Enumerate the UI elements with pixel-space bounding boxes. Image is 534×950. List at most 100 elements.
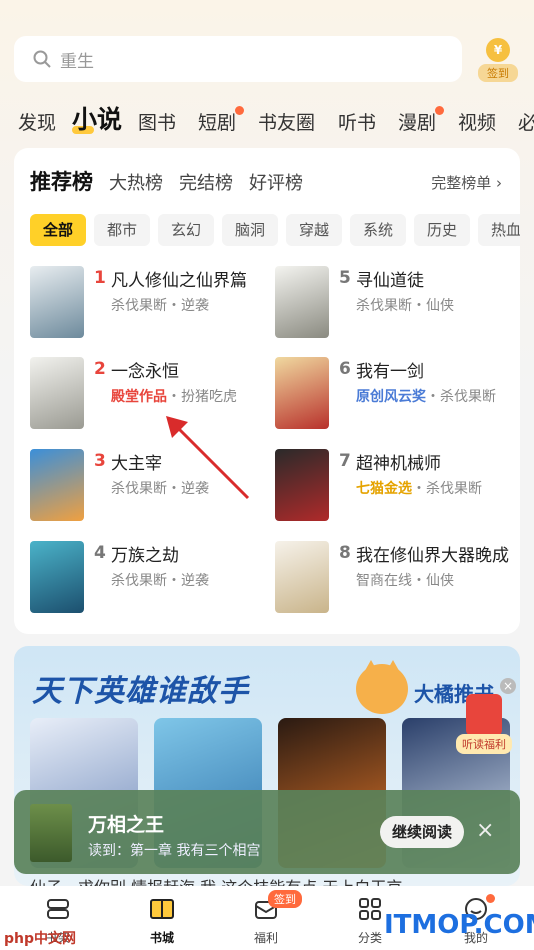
rank-tab-hot[interactable]: 大热榜 (109, 169, 163, 195)
book-rank: 2 (94, 359, 106, 379)
search-bar[interactable]: 重生 (14, 36, 462, 82)
continue-reading-button[interactable]: 继续阅读 (380, 816, 464, 848)
book-rank: 7 (339, 451, 351, 471)
chip-system[interactable]: 系统 (350, 214, 406, 246)
book-rank: 4 (94, 543, 106, 563)
search-placeholder: 重生 (60, 51, 94, 72)
search-icon (33, 50, 51, 68)
continue-reading-bar[interactable]: 万相之王 读到：第一章 我有三个相宫 继续阅读 × (14, 790, 520, 874)
tab-novel-label: 小说 (72, 105, 123, 134)
bookshelf-icon (47, 899, 69, 919)
book-icon (150, 899, 174, 919)
tab-more[interactable]: 必 (518, 108, 534, 135)
book-title: 寻仙道徒 (356, 271, 424, 291)
tab-comic-drama[interactable]: 漫剧 (398, 106, 445, 135)
book-title: 我有一剑 (356, 362, 424, 382)
close-icon[interactable]: × (476, 818, 494, 843)
book-award-tag: 七猫金选 (356, 481, 412, 497)
tab-comic-drama-label: 漫剧 (398, 112, 437, 134)
book-title: 一念永恒 (111, 362, 179, 382)
rank-tab-finished[interactable]: 完结榜 (179, 169, 233, 195)
chip-history[interactable]: 历史 (414, 214, 470, 246)
notification-dot (486, 894, 495, 903)
book-item[interactable]: 7 超神机械师 七猫金选・杀伐果断 (275, 449, 515, 523)
continue-book-title: 万相之王 (88, 814, 165, 836)
chip-all[interactable]: 全部 (30, 214, 86, 246)
cat-mascot-icon (356, 660, 408, 714)
nav-label: 书城 (149, 931, 174, 945)
tab-short-drama[interactable]: 短剧 (198, 106, 245, 135)
book-rank: 3 (94, 451, 106, 471)
book-rank: 8 (339, 543, 351, 563)
book-award-tag: 殿堂作品 (111, 389, 167, 405)
tab-books[interactable]: 图书 (138, 108, 176, 135)
book-tags-text: ・杀伐果断 (426, 389, 496, 405)
full-list-link[interactable]: 完整榜单 › (431, 172, 502, 193)
category-tabs: 发现 小说 图书 短剧 书友圈 听书 漫剧 视频 必 (0, 100, 534, 140)
book-tags: 杀伐果断・逆袭 (111, 298, 209, 314)
book-award-tag: 原创风云奖 (356, 389, 426, 405)
book-cover (275, 357, 329, 429)
red-packet-label: 听读福利 (456, 734, 512, 754)
grid-icon (359, 898, 381, 920)
notification-dot (235, 106, 245, 115)
rank-tab-rated[interactable]: 好评榜 (249, 169, 303, 195)
book-tags-text: ・扮猪吃虎 (167, 389, 237, 405)
book-item[interactable]: 8 我在修仙界大器晚成 智商在线・仙侠 (275, 541, 515, 615)
rank-tab-recommend[interactable]: 推荐榜 (30, 166, 93, 196)
signin-label: 签到 (478, 64, 518, 82)
red-packet-icon (466, 694, 502, 736)
book-rank: 1 (94, 268, 106, 288)
continue-progress: 读到：第一章 我有三个相宫 (88, 843, 261, 859)
tab-short-drama-label: 短剧 (198, 112, 237, 134)
book-tags-text: ・杀伐果断 (412, 481, 482, 497)
chip-time-travel[interactable]: 穿越 (286, 214, 342, 246)
nav-bookstore[interactable]: 书城 (132, 896, 192, 946)
annotation-arrow (166, 416, 250, 500)
red-packet-button[interactable]: 听读福利 (456, 694, 512, 756)
book-cover (30, 541, 84, 613)
book-cover (30, 804, 72, 862)
book-cover (30, 449, 84, 521)
book-tags: 原创风云奖・杀伐果断 (356, 386, 496, 406)
genre-chips: 全部 都市 玄幻 脑洞 穿越 系统 历史 热血 (30, 214, 520, 248)
tab-book-circle[interactable]: 书友圈 (258, 108, 315, 135)
banner-title: 天下英雄谁敌手 (32, 674, 249, 709)
nav-label: 福利 (253, 931, 278, 945)
book-title: 万族之劫 (111, 546, 179, 566)
chip-urban[interactable]: 都市 (94, 214, 150, 246)
coin-icon: ¥ (486, 38, 510, 62)
book-title: 凡人修仙之仙界篇 (111, 271, 247, 291)
chip-hot-blood[interactable]: 热血 (478, 214, 520, 246)
book-item[interactable]: 5 寻仙道徒 杀伐果断・仙侠 (275, 266, 515, 340)
book-item[interactable]: 4 万族之劫 杀伐果断・逆袭 (30, 541, 270, 615)
book-tags: 杀伐果断・逆袭 (111, 573, 209, 589)
chip-fantasy[interactable]: 玄幻 (158, 214, 214, 246)
tab-video[interactable]: 视频 (458, 108, 496, 135)
nav-badge: 签到 (268, 890, 302, 908)
book-title: 大主宰 (111, 454, 162, 474)
book-tags: 杀伐果断・仙侠 (356, 298, 454, 314)
book-title: 我在修仙界大器晚成 (356, 546, 509, 566)
book-tags: 智商在线・仙侠 (356, 573, 454, 589)
book-tags: 殿堂作品・扮猪吃虎 (111, 386, 237, 406)
book-cover (275, 266, 329, 338)
book-tags: 七猫金选・杀伐果断 (356, 478, 482, 498)
signin-button[interactable]: ¥ 签到 (478, 38, 518, 82)
book-rank: 5 (339, 268, 351, 288)
watermark-left: php中文网 (4, 931, 77, 947)
book-cover (275, 449, 329, 521)
tab-novel[interactable]: 小说 (72, 100, 122, 136)
chip-brain[interactable]: 脑洞 (222, 214, 278, 246)
tab-audiobook[interactable]: 听书 (338, 108, 376, 135)
book-item[interactable]: 6 我有一剑 原创风云奖・杀伐果断 (275, 357, 515, 431)
watermark-right: ITMOP.COM (384, 910, 534, 940)
notification-dot (435, 106, 445, 115)
book-cover (30, 266, 84, 338)
book-title: 超神机械师 (356, 454, 441, 474)
book-cover (275, 541, 329, 613)
rank-tabs: 推荐榜 大热榜 完结榜 好评榜 (30, 166, 319, 196)
close-icon[interactable]: × (500, 678, 516, 694)
book-item[interactable]: 1 凡人修仙之仙界篇 杀伐果断・逆袭 (30, 266, 270, 340)
tab-discover[interactable]: 发现 (18, 108, 56, 135)
